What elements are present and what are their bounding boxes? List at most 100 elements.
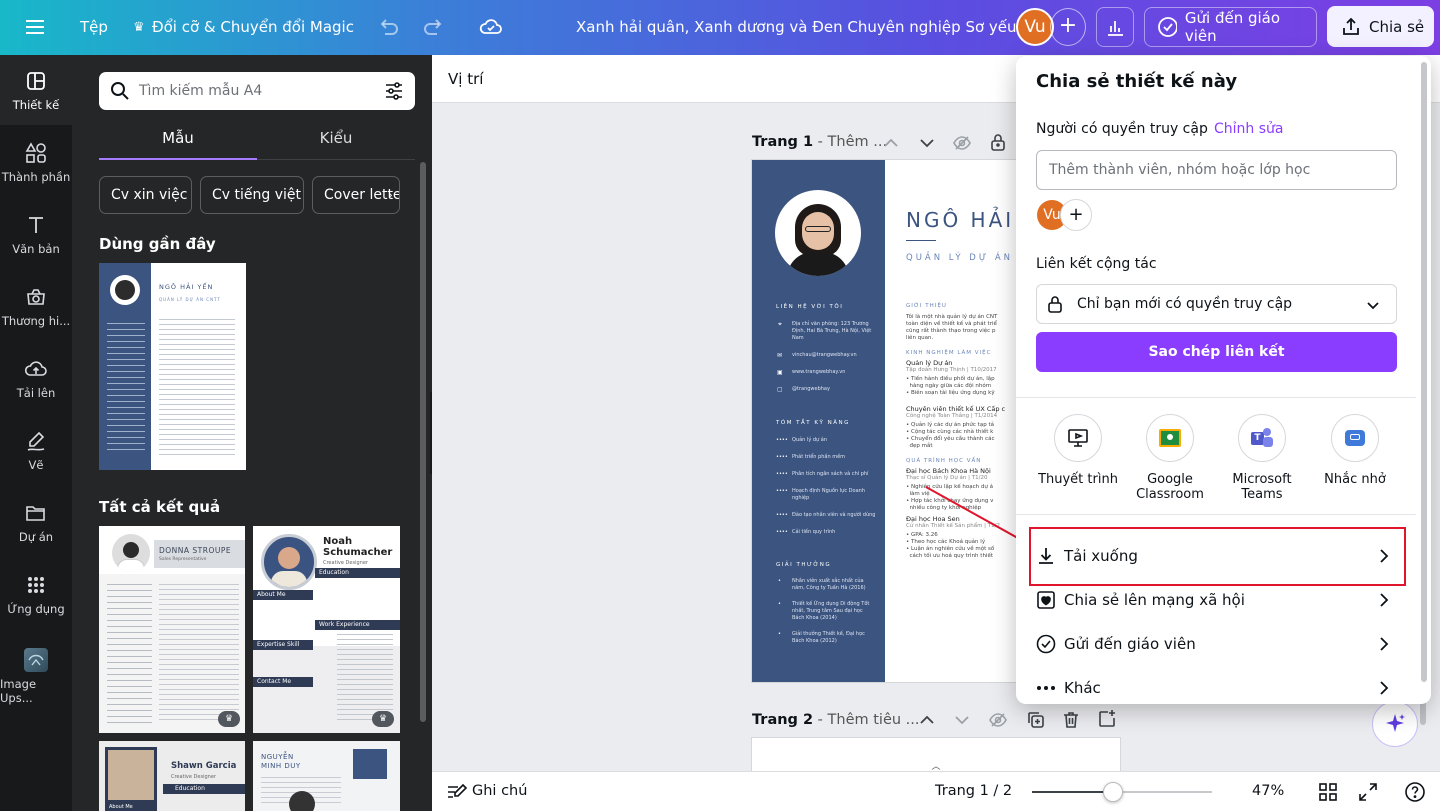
chevron-up-icon[interactable] [918, 711, 936, 729]
chevron-down-icon[interactable] [953, 711, 971, 729]
hide-eye-icon[interactable] [952, 133, 972, 153]
skill-item: Quản lý dự án [792, 437, 828, 443]
social-heart-icon [1036, 590, 1064, 610]
page1-separator: - [813, 134, 828, 150]
contact-web-text: www.trangwebhay.vn [792, 369, 846, 375]
social-share-row[interactable]: Chia sẻ lên mạng xã hội [1036, 578, 1406, 622]
thumb-role: QUẢN LÝ DỰ ÁN CNTT [159, 297, 221, 302]
chip-cover-letter[interactable]: Cover letter [312, 176, 400, 214]
filter-sliders-icon[interactable] [384, 81, 404, 101]
templates-panel: Tìm kiếm mẫu A4 Mẫu Kiểu Cv xin việc Cv … [72, 55, 432, 811]
template-card[interactable]: DONNA STROUPE Sales Representative ♛ [99, 526, 245, 733]
redo-icon[interactable] [422, 15, 446, 43]
document-title[interactable]: Xanh hải quân, Xanh dương và Đen Chuyên … [576, 0, 1036, 55]
template-search-input[interactable]: Tìm kiếm mẫu A4 [99, 72, 415, 110]
app-microsoft-teams[interactable]: T Microsoft Teams [1216, 414, 1308, 502]
rail-label: Image Ups... [0, 676, 37, 705]
user-avatar[interactable]: Vu [1016, 8, 1054, 46]
template-card[interactable]: NGUYỄN MINH DUY [253, 741, 400, 811]
tpl-name: Shawn Garcia [171, 761, 237, 771]
help-icon[interactable] [1404, 781, 1426, 803]
zoom-level[interactable]: 47% [1252, 783, 1284, 799]
skill-item: Phân tích ngân sách và chi phí [792, 471, 869, 477]
send-teacher-row[interactable]: Gửi đến giáo viên [1036, 622, 1406, 666]
zoom-slider-thumb[interactable] [1103, 782, 1123, 802]
notes-button[interactable]: Ghi chú [472, 783, 527, 799]
delete-page-icon[interactable] [1061, 710, 1081, 730]
results-section-title: Tất cả kết quả [99, 498, 221, 516]
more-label: Khác [1064, 679, 1101, 697]
app-reminder[interactable]: Nhắc nhở [1309, 414, 1401, 487]
zoom-slider[interactable] [1032, 782, 1212, 802]
access-label: Người có quyền truy cập [1036, 121, 1208, 137]
cloud-save-icon[interactable] [478, 14, 504, 44]
insights-button[interactable] [1096, 7, 1134, 47]
undo-icon[interactable] [376, 15, 400, 43]
chevron-up-icon[interactable] [882, 134, 900, 152]
rail-item-upload[interactable]: Tải lên [0, 343, 72, 413]
intro-title: GIỚI THIỆU [906, 303, 947, 309]
share-divider [1016, 397, 1416, 398]
copy-link-button[interactable]: Sao chép liên kết [1036, 332, 1397, 372]
fullscreen-icon[interactable] [1358, 782, 1378, 802]
rail-item-brand[interactable]: Thương hi... [0, 271, 72, 341]
position-button[interactable]: Vị trí [448, 70, 483, 88]
rail-item-projects[interactable]: Dự án [0, 487, 72, 557]
rail-item-draw[interactable]: Vẽ [0, 415, 72, 485]
rail-item-elements[interactable]: Thành phần [0, 127, 72, 197]
more-row[interactable]: Khác [1036, 666, 1406, 704]
add-member-button[interactable]: + [1060, 199, 1092, 231]
chip-cv-tieng-viet[interactable]: Cv tiếng việt [200, 176, 304, 214]
job1-title: Quản lý Dự án [906, 359, 953, 367]
rail-item-design[interactable]: Thiết kế [0, 55, 72, 125]
panel-scrollbar[interactable] [420, 162, 426, 722]
tab-styles[interactable]: Kiểu [257, 128, 415, 160]
edu1-subtitle: Thạc sĩ Quản lý Dự án | T1/20 [906, 475, 988, 481]
hide-eye-icon[interactable] [988, 710, 1008, 730]
invite-input[interactable]: Thêm thành viên, nhóm hoặc lớp học [1036, 150, 1397, 190]
access-level-select[interactable]: Chỉ bạn mới có quyền truy cập [1036, 284, 1397, 324]
share-label: Chia sẻ [1369, 17, 1425, 36]
magic-resize-menu[interactable]: Đổi cỡ & Chuyển đổi Magic [152, 0, 354, 55]
app-present[interactable]: Thuyết trình [1032, 414, 1124, 487]
chip-scroll-chevron-icon[interactable]: › [388, 188, 393, 202]
rail-item-text[interactable]: Văn bản [0, 199, 72, 269]
share-panel-scrollbar[interactable] [1421, 62, 1427, 682]
lock-icon[interactable] [989, 132, 1007, 152]
add-people-button[interactable]: + [1050, 8, 1086, 46]
skill-item: Đào tạo nhân viên và người dùng [792, 512, 876, 518]
page2-title[interactable]: Thêm tiêu ... [828, 712, 920, 728]
grid-view-icon[interactable] [1318, 782, 1338, 802]
social-share-label: Chia sẻ lên mạng xã hội [1064, 591, 1245, 609]
template-card[interactable]: Shawn Garcia Creative Designer Education… [99, 741, 245, 811]
rail-item-apps[interactable]: Ứng dụng [0, 559, 72, 629]
page1-label: Trang 1 [752, 134, 814, 150]
premium-badge-icon: ♛ [372, 711, 394, 727]
page-counter[interactable]: Trang 1 / 2 [935, 783, 1012, 799]
resume-contact-list: ⌖ Địa chỉ văn phòng: 123 Trương Định, Hai… [776, 321, 876, 394]
duplicate-page-icon[interactable] [1026, 710, 1046, 730]
edit-access-link[interactable]: Chỉnh sửa [1214, 121, 1283, 137]
award-item: Giải thưởng Thiết kế, Đại học Bách Khoa … [792, 631, 865, 644]
tpl-name: NGUYỄN MINH DUY [261, 753, 301, 770]
page-1[interactable]: NGÔ HẢI Y QUẢN LÝ DỰ ÁN LIÊN HỆ VỚI TÔI … [752, 160, 1016, 682]
rail-item-image-upscaler[interactable]: Image Ups... [0, 641, 72, 711]
app-google-classroom[interactable]: Google Classroom [1124, 414, 1216, 502]
send-teacher-button[interactable]: Gửi đến giáo viên [1144, 7, 1317, 47]
tpl-photo [261, 534, 317, 590]
share-panel: Chia sẻ thiết kế này Người có quyền truy… [1016, 56, 1431, 704]
share-button[interactable]: Chia sẻ [1327, 6, 1434, 47]
tab-templates[interactable]: Mẫu [99, 128, 257, 160]
chevron-down-icon[interactable] [918, 134, 936, 152]
menu-icon[interactable] [26, 17, 46, 37]
tpl-text-lines [159, 584, 239, 724]
text-icon [24, 213, 48, 237]
template-card[interactable]: Noah Schumacher Creative Designer Educat… [253, 526, 400, 733]
tpl-section-expertise: Expertise Skill [253, 640, 313, 650]
page1-title[interactable]: Thêm ... [828, 134, 888, 150]
chip-cv-xin-viec[interactable]: Cv xin việc [99, 176, 192, 214]
file-menu[interactable]: Tệp [80, 0, 108, 55]
magic-assistant-button[interactable] [1372, 701, 1418, 747]
add-page-icon[interactable] [1097, 709, 1117, 729]
recent-template-thumbnail[interactable]: NGÔ HẢI YẾN QUẢN LÝ DỰ ÁN CNTT [99, 263, 246, 470]
